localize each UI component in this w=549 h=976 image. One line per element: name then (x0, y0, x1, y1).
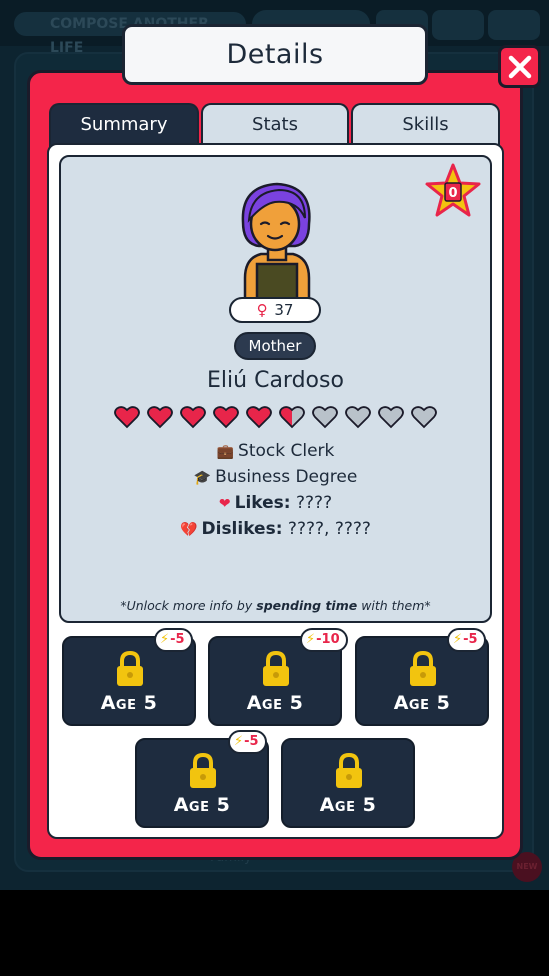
education-line: 🎓 Business Degree (60, 467, 491, 487)
lock-icon (190, 752, 216, 788)
tab-stats[interactable]: Stats (201, 103, 349, 145)
action-label: Age 5 (393, 692, 451, 714)
person-avatar (241, 182, 311, 300)
close-button[interactable] (498, 45, 541, 88)
lock-icon (117, 650, 143, 686)
heart-filled-icon (180, 406, 206, 429)
tab-summary[interactable]: Summary (49, 103, 199, 147)
energy-cost-badge: ⚡-5 (228, 730, 267, 754)
action-label: Age 5 (246, 692, 304, 714)
tab-skills[interactable]: Skills (351, 103, 500, 145)
dislikes-label: Dislikes: (201, 519, 283, 539)
background-save-button (432, 10, 484, 40)
lock-icon (410, 650, 436, 686)
heart-filled-icon (246, 406, 272, 429)
dislikes-value: ????, ???? (287, 519, 371, 539)
heart-filled-icon (147, 406, 173, 429)
relationship-hearts (60, 405, 491, 429)
lock-icon (336, 752, 362, 788)
background-settings-button (488, 10, 540, 40)
likes-line: ❤ Likes: ???? (60, 493, 491, 513)
energy-cost-badge: ⚡-10 (300, 628, 348, 652)
heart-empty-icon (312, 406, 338, 429)
heart-empty-icon (345, 406, 371, 429)
heart-filled-icon (213, 406, 239, 429)
relation-badge: Mother (234, 332, 316, 360)
job-text: Stock Clerk (238, 441, 335, 461)
lightning-icon: ⚡ (306, 632, 316, 647)
graduation-cap-icon: 🎓 (193, 470, 212, 486)
energy-cost-badge: ⚡-5 (154, 628, 193, 652)
dislikes-line: 💔 Dislikes: ????, ???? (60, 519, 491, 539)
likes-label: Likes: (234, 493, 291, 513)
lightning-icon: ⚡ (453, 632, 463, 647)
age-pill: ♀ 37 (229, 297, 321, 323)
modal-title: Details (122, 24, 428, 85)
star-badge-icon: 0 (425, 163, 481, 217)
action-label: Age 5 (100, 692, 158, 714)
heart-icon: ❤ (218, 496, 231, 512)
person-name: Eliú Cardoso (207, 368, 344, 393)
heart-filled-icon (114, 406, 140, 429)
lock-icon (263, 650, 289, 686)
job-line: 💼 Stock Clerk (60, 441, 491, 461)
lightning-icon: ⚡ (160, 632, 170, 647)
lightning-icon: ⚡ (234, 734, 244, 749)
close-x-icon (508, 55, 531, 78)
briefcase-icon: 💼 (216, 444, 235, 460)
heart-empty-icon (378, 406, 404, 429)
heart-empty-icon (411, 406, 437, 429)
action-label: Age 5 (319, 794, 377, 816)
likes-value: ???? (296, 493, 333, 513)
broken-heart-icon: 💔 (180, 522, 198, 538)
action-label: Age 5 (173, 794, 231, 816)
age-value: 37 (274, 301, 294, 319)
energy-cost-badge: ⚡-5 (447, 628, 486, 652)
education-text: Business Degree (215, 467, 358, 487)
locked-action-5[interactable]: Age 5 (281, 738, 415, 828)
bottom-black-bar (0, 890, 549, 976)
unlock-note: *Unlock more info by spending time with … (120, 598, 431, 613)
heart-half-icon (279, 406, 305, 429)
female-icon: ♀ (256, 301, 268, 319)
svg-text:0: 0 (448, 186, 457, 201)
